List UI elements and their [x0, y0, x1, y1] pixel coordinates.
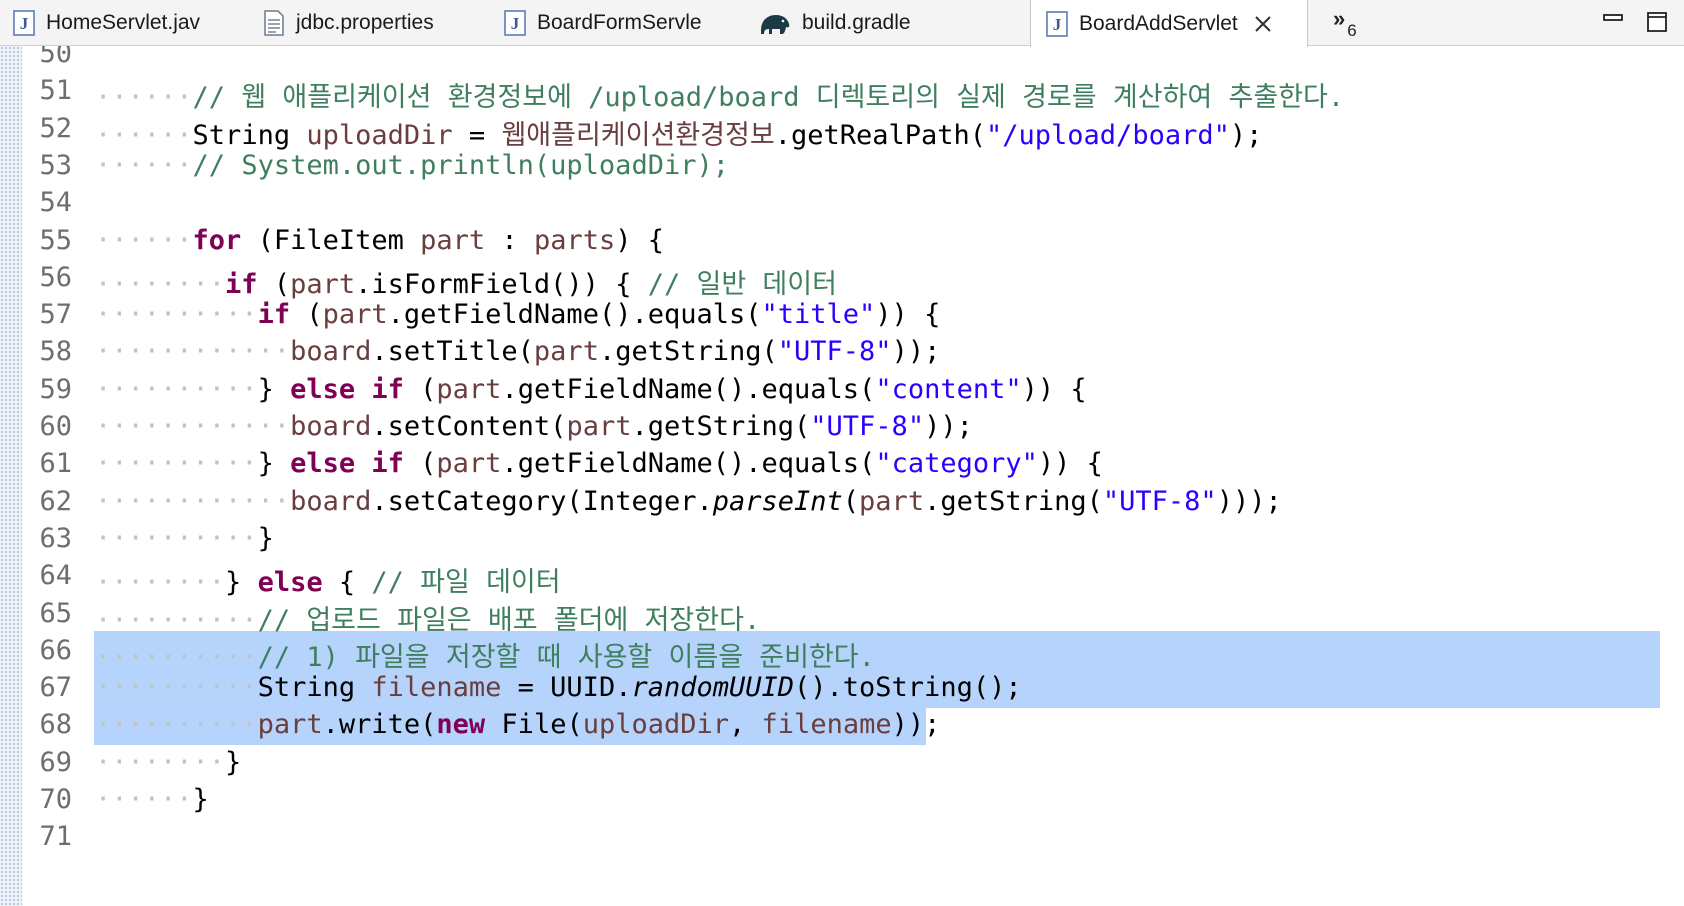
tab-label: build.gradle: [802, 11, 911, 34]
properties-file-icon: [262, 10, 286, 36]
editor-tab-bar: J HomeServlet.jav jdbc.properties J Boar…: [0, 0, 1684, 47]
code-line[interactable]: 59 ··········} else if (part.getFieldName…: [0, 368, 1684, 408]
tab-homeservlet[interactable]: J HomeServlet.jav: [12, 0, 247, 46]
line-number: 63: [39, 522, 72, 554]
tab-label: HomeServlet.jav: [46, 11, 201, 34]
code-line[interactable]: 63 ··········}: [0, 517, 1684, 557]
code-line[interactable]: 55 ······for (FileItem part : parts) {: [0, 219, 1684, 259]
code-line[interactable]: 60 ············board.setContent(part.getS…: [0, 405, 1684, 445]
line-number: 70: [39, 784, 72, 815]
line-number: 54: [39, 187, 72, 219]
tab-label: jdbc.properties: [296, 11, 434, 34]
line-number: 68: [39, 709, 72, 741]
minimize-icon[interactable]: [1600, 10, 1626, 34]
close-icon[interactable]: [1252, 13, 1274, 35]
code-line[interactable]: 64 ········} else { // 파일 데이터: [0, 554, 1684, 598]
code-line[interactable]: 67 ··········String filename = UUID.rando…: [0, 666, 1684, 706]
gradle-elephant-icon: [758, 10, 792, 36]
code-line[interactable]: 52 ······String uploadDir = 웹애플리케이션환경정보.g…: [0, 107, 1684, 151]
code-text: ······}: [95, 784, 209, 815]
java-file-icon: J: [503, 10, 527, 36]
line-number: 57: [39, 299, 72, 331]
line-number: 62: [39, 485, 72, 517]
tab-boardformservlet[interactable]: J BoardFormServle: [503, 0, 743, 46]
code-text: ··········String filename = UUID.randomU…: [95, 672, 1022, 704]
tab-label: BoardAddServlet: [1079, 11, 1238, 35]
code-line[interactable]: 70 ······}: [0, 778, 1684, 818]
line-number: 55: [39, 224, 72, 256]
code-text: ······// System.out.println(uploadDir);: [95, 149, 729, 181]
code-line[interactable]: 62 ············board.setCategory(Integer.…: [0, 480, 1684, 520]
code-line[interactable]: 56 ········if (part.isFormField()) { // 일…: [0, 256, 1684, 300]
code-text: ······for (FileItem part : parts) {: [95, 224, 665, 256]
svg-text:J: J: [20, 14, 29, 33]
code-line[interactable]: 66 ··········// 1) 파일을 저장할 때 사용할 이름을 준비한다…: [0, 629, 1684, 673]
code-line[interactable]: 50: [0, 46, 1684, 72]
svg-text:J: J: [1053, 15, 1062, 34]
chevron-double-right-icon: »: [1333, 6, 1346, 31]
line-number: 67: [39, 672, 72, 704]
code-line[interactable]: 51 ······// 웹 애플리케이션 환경정보에 /upload/board …: [0, 69, 1684, 113]
line-number: 69: [39, 746, 72, 778]
tab-label: BoardFormServle: [537, 11, 702, 34]
code-text: ············board.setCategory(Integer.pa…: [95, 485, 1282, 517]
code-text: ··········} else if (part.getFieldName()…: [95, 373, 1087, 405]
code-text: ············board.setTitle(part.getStrin…: [95, 336, 941, 368]
maximize-icon[interactable]: [1644, 10, 1670, 34]
code-text: ············board.setContent(part.getStr…: [95, 411, 973, 442]
code-line[interactable]: 71: [0, 815, 1684, 855]
tab-build-gradle[interactable]: build.gradle: [758, 0, 998, 46]
line-number: 61: [39, 448, 72, 480]
tab-boardaddservlet[interactable]: J BoardAddServlet: [1030, 0, 1308, 47]
line-number: 51: [39, 75, 72, 107]
tab-overflow-button[interactable]: » 6: [1333, 6, 1357, 40]
line-number: 71: [39, 821, 72, 853]
code-text: ··········} else if (part.getFieldName()…: [95, 448, 1103, 480]
line-number: 60: [39, 411, 72, 442]
code-line[interactable]: 57 ··········if (part.getFieldName().equa…: [0, 293, 1684, 333]
code-line[interactable]: 53 ······// System.out.println(uploadDir)…: [0, 144, 1684, 184]
line-number: 64: [39, 560, 72, 592]
code-text: ··········if (part.getFieldName().equals…: [95, 299, 941, 331]
code-text: ········}: [95, 746, 242, 778]
java-file-icon: J: [12, 10, 36, 36]
line-number: 58: [39, 336, 72, 368]
code-line[interactable]: 58 ············board.setTitle(part.getStr…: [0, 330, 1684, 370]
tab-jdbc-properties[interactable]: jdbc.properties: [262, 0, 492, 46]
line-number: 52: [39, 112, 72, 144]
code-text: ··········part.write(new File(uploadDir,…: [95, 709, 941, 741]
code-line[interactable]: 69 ········}: [0, 741, 1684, 781]
code-line[interactable]: 68 ··········part.write(new File(uploadDi…: [0, 703, 1684, 743]
code-line[interactable]: 54: [0, 181, 1684, 221]
code-line[interactable]: 65 ··········// 업로드 파일은 배포 폴더에 저장한다.: [0, 592, 1684, 636]
java-file-icon: J: [1045, 10, 1069, 37]
line-number: 66: [39, 634, 72, 666]
svg-text:J: J: [511, 14, 520, 33]
code-text: ··········}: [95, 522, 274, 554]
line-number: 50: [39, 46, 72, 69]
hidden-tab-count: 6: [1347, 21, 1357, 40]
code-editor[interactable]: 50 51 ······// 웹 애플리케이션 환경정보에 /upload/boar…: [0, 46, 1684, 906]
code-line[interactable]: 61 ··········} else if (part.getFieldName…: [0, 442, 1684, 482]
line-number: 59: [39, 373, 72, 405]
line-number: 56: [39, 261, 72, 293]
line-number: 65: [39, 597, 72, 629]
line-number: 53: [39, 149, 72, 181]
